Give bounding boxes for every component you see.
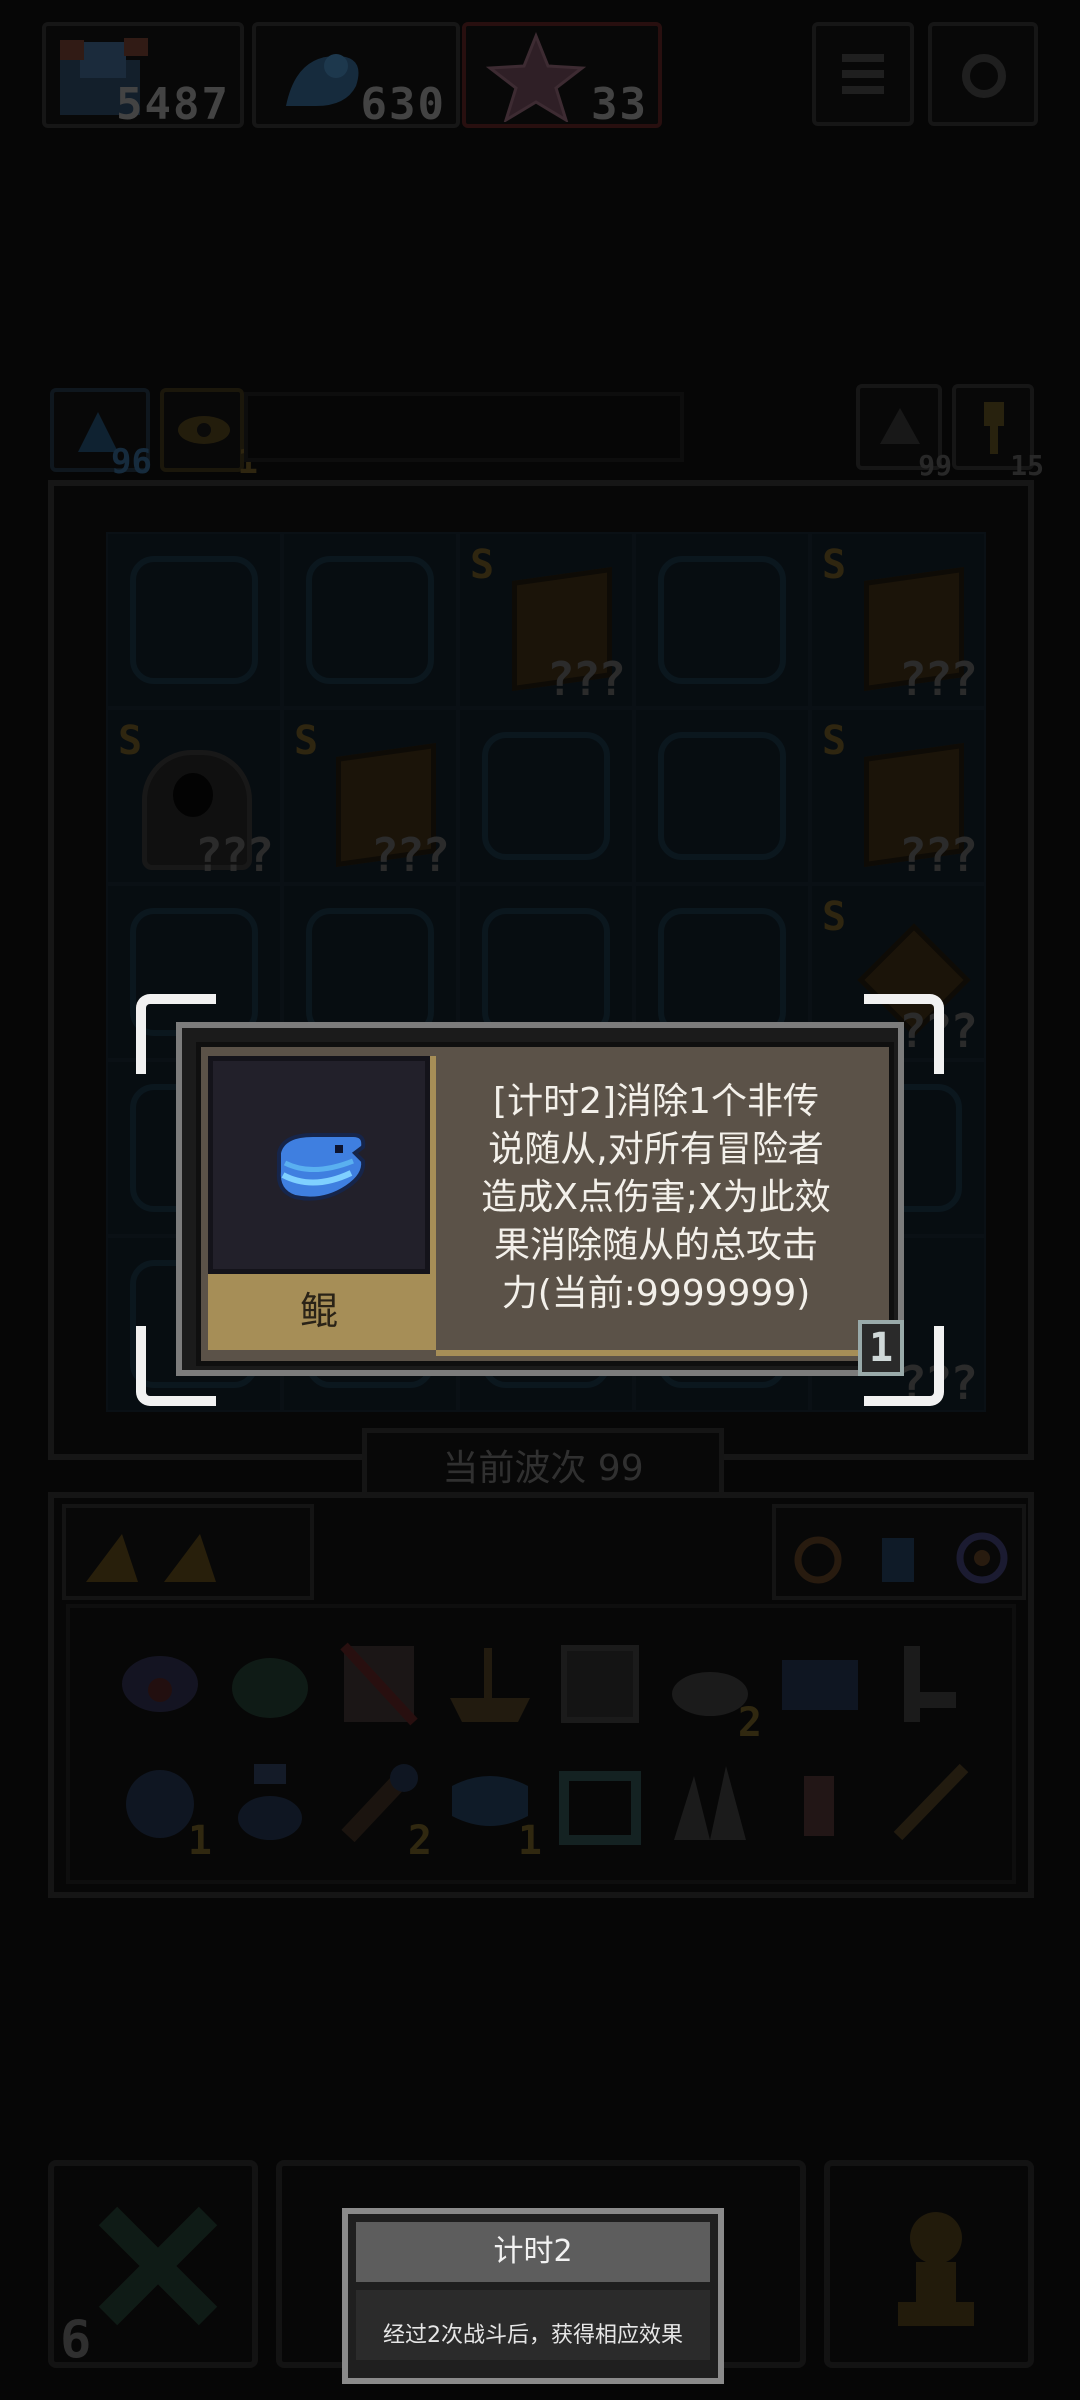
board-cell-empty[interactable] <box>282 532 458 708</box>
chair-icon[interactable] <box>884 1638 976 1730</box>
item-level: 1 <box>868 1325 894 1371</box>
upgrade-count: 99 <box>918 449 952 482</box>
tooltip-bottom-rule <box>436 1350 882 1356</box>
upgrade-indicator: 99 <box>856 384 952 482</box>
gold-count: 5487 <box>116 79 230 130</box>
star-resource: 33 <box>462 22 662 130</box>
gold-resource: 5487 <box>42 22 244 130</box>
inventory-slot[interactable]: 2 <box>664 1638 762 1746</box>
gem-resource: 630 <box>252 22 460 130</box>
unknown-label: ??? <box>898 652 978 706</box>
item-name-strip: 鲲 <box>208 1274 430 1350</box>
wave-label: 当前波次 99 <box>442 1448 644 1489</box>
eye-icon <box>178 416 230 444</box>
inventory-slot[interactable]: 1 <box>114 1756 212 1864</box>
board-cell-mystery[interactable]: S ??? <box>282 708 458 884</box>
list-icon <box>842 54 884 94</box>
tooltip-divider <box>430 1056 436 1350</box>
board-cell-mystery[interactable]: S ??? <box>810 708 986 884</box>
stick-icon[interactable] <box>884 1756 976 1848</box>
character-icon[interactable] <box>870 1528 926 1588</box>
item-count: 1 <box>187 1818 212 1864</box>
star-count: 33 <box>591 79 648 130</box>
key-indicator: 15 <box>952 384 1044 482</box>
inventory-grid: 2 1 2 1 <box>66 1604 1016 1884</box>
gear-icon <box>962 54 1006 98</box>
gem-count: 630 <box>360 79 446 130</box>
item-count: 2 <box>407 1818 432 1864</box>
whale-icon <box>276 1133 366 1201</box>
rank-badge: S <box>470 542 495 588</box>
cheese-icon <box>164 1534 216 1582</box>
inventory-slot[interactable]: 1 <box>444 1756 542 1864</box>
item-tooltip: 鲲 [计时2]消除1个非传 说随从,对所有冒险者 造成X点伤害;X为此效 果消除… <box>176 1022 904 1376</box>
unknown-label: ??? <box>370 828 450 882</box>
cancel-button[interactable]: 6 <box>48 2160 258 2370</box>
board-cell-empty[interactable] <box>634 708 810 884</box>
cassette-icon[interactable] <box>774 1638 866 1730</box>
rank-badge: S <box>118 718 143 764</box>
potion-icon[interactable] <box>224 1756 316 1848</box>
board-cell-mystery[interactable]: S ??? <box>458 532 634 708</box>
rank-badge: S <box>822 718 847 764</box>
filter-tabs <box>772 1504 1026 1600</box>
character-button[interactable] <box>824 2160 1034 2368</box>
item-count: 1 <box>517 1818 542 1864</box>
board-cell-empty[interactable] <box>106 532 282 708</box>
rank-badge: S <box>294 718 319 764</box>
level-indicator: 96 <box>50 388 152 482</box>
item-image-well <box>208 1056 430 1274</box>
board-cell-empty[interactable] <box>634 532 810 708</box>
rank-badge: S <box>822 894 847 940</box>
key-count: 15 <box>1010 449 1044 482</box>
settings-button[interactable] <box>928 22 1038 126</box>
status-effect-popup: 计时2 经过2次战斗后，获得相应效果 <box>342 2208 724 2384</box>
rank-badge: S <box>822 542 847 588</box>
mask-icon[interactable] <box>114 1638 206 1730</box>
gate-icon[interactable] <box>554 1756 646 1848</box>
star-icon <box>486 32 586 122</box>
lock-icon[interactable] <box>790 1530 846 1586</box>
unknown-label: ??? <box>546 652 626 706</box>
board-cell-mystery[interactable]: S ??? <box>810 532 986 708</box>
turtle-shell-icon[interactable] <box>224 1638 316 1730</box>
portrait-frame-icon[interactable] <box>554 1638 646 1730</box>
grass-icon[interactable] <box>664 1756 756 1848</box>
item-description: [计时2]消除1个非传 说随从,对所有冒险者 造成X点伤害;X为此效 果消除随从… <box>481 1081 831 1314</box>
menu-button[interactable] <box>812 22 914 126</box>
vision-indicator: 1 <box>160 388 258 482</box>
cancel-count: 6 <box>60 2310 92 2370</box>
board-cell-empty[interactable] <box>458 708 634 884</box>
item-name: 鲲 <box>299 1289 338 1333</box>
item-level-badge: 1 <box>858 1320 904 1376</box>
target-icon[interactable] <box>954 1530 1010 1586</box>
item-count: 2 <box>737 1700 762 1746</box>
cheese-icon <box>86 1534 138 1582</box>
inventory-tab-header <box>62 1504 314 1600</box>
level-count: 96 <box>111 442 152 482</box>
popup-title: 计时2 <box>356 2222 710 2282</box>
unknown-label: ??? <box>194 828 274 882</box>
ship-icon[interactable] <box>444 1638 536 1730</box>
unknown-label: ??? <box>898 828 978 882</box>
close-icon <box>98 2206 218 2326</box>
inventory-slot[interactable]: 2 <box>334 1756 432 1864</box>
flag-icon[interactable] <box>334 1638 426 1730</box>
popup-body: 经过2次战斗后，获得相应效果 <box>356 2290 710 2360</box>
board-cell-mystery[interactable]: S ??? <box>106 708 282 884</box>
hand-icon[interactable] <box>774 1756 866 1848</box>
arrow-up-icon <box>880 408 920 444</box>
pawn-icon <box>898 2212 974 2326</box>
progress-bar <box>244 392 684 462</box>
